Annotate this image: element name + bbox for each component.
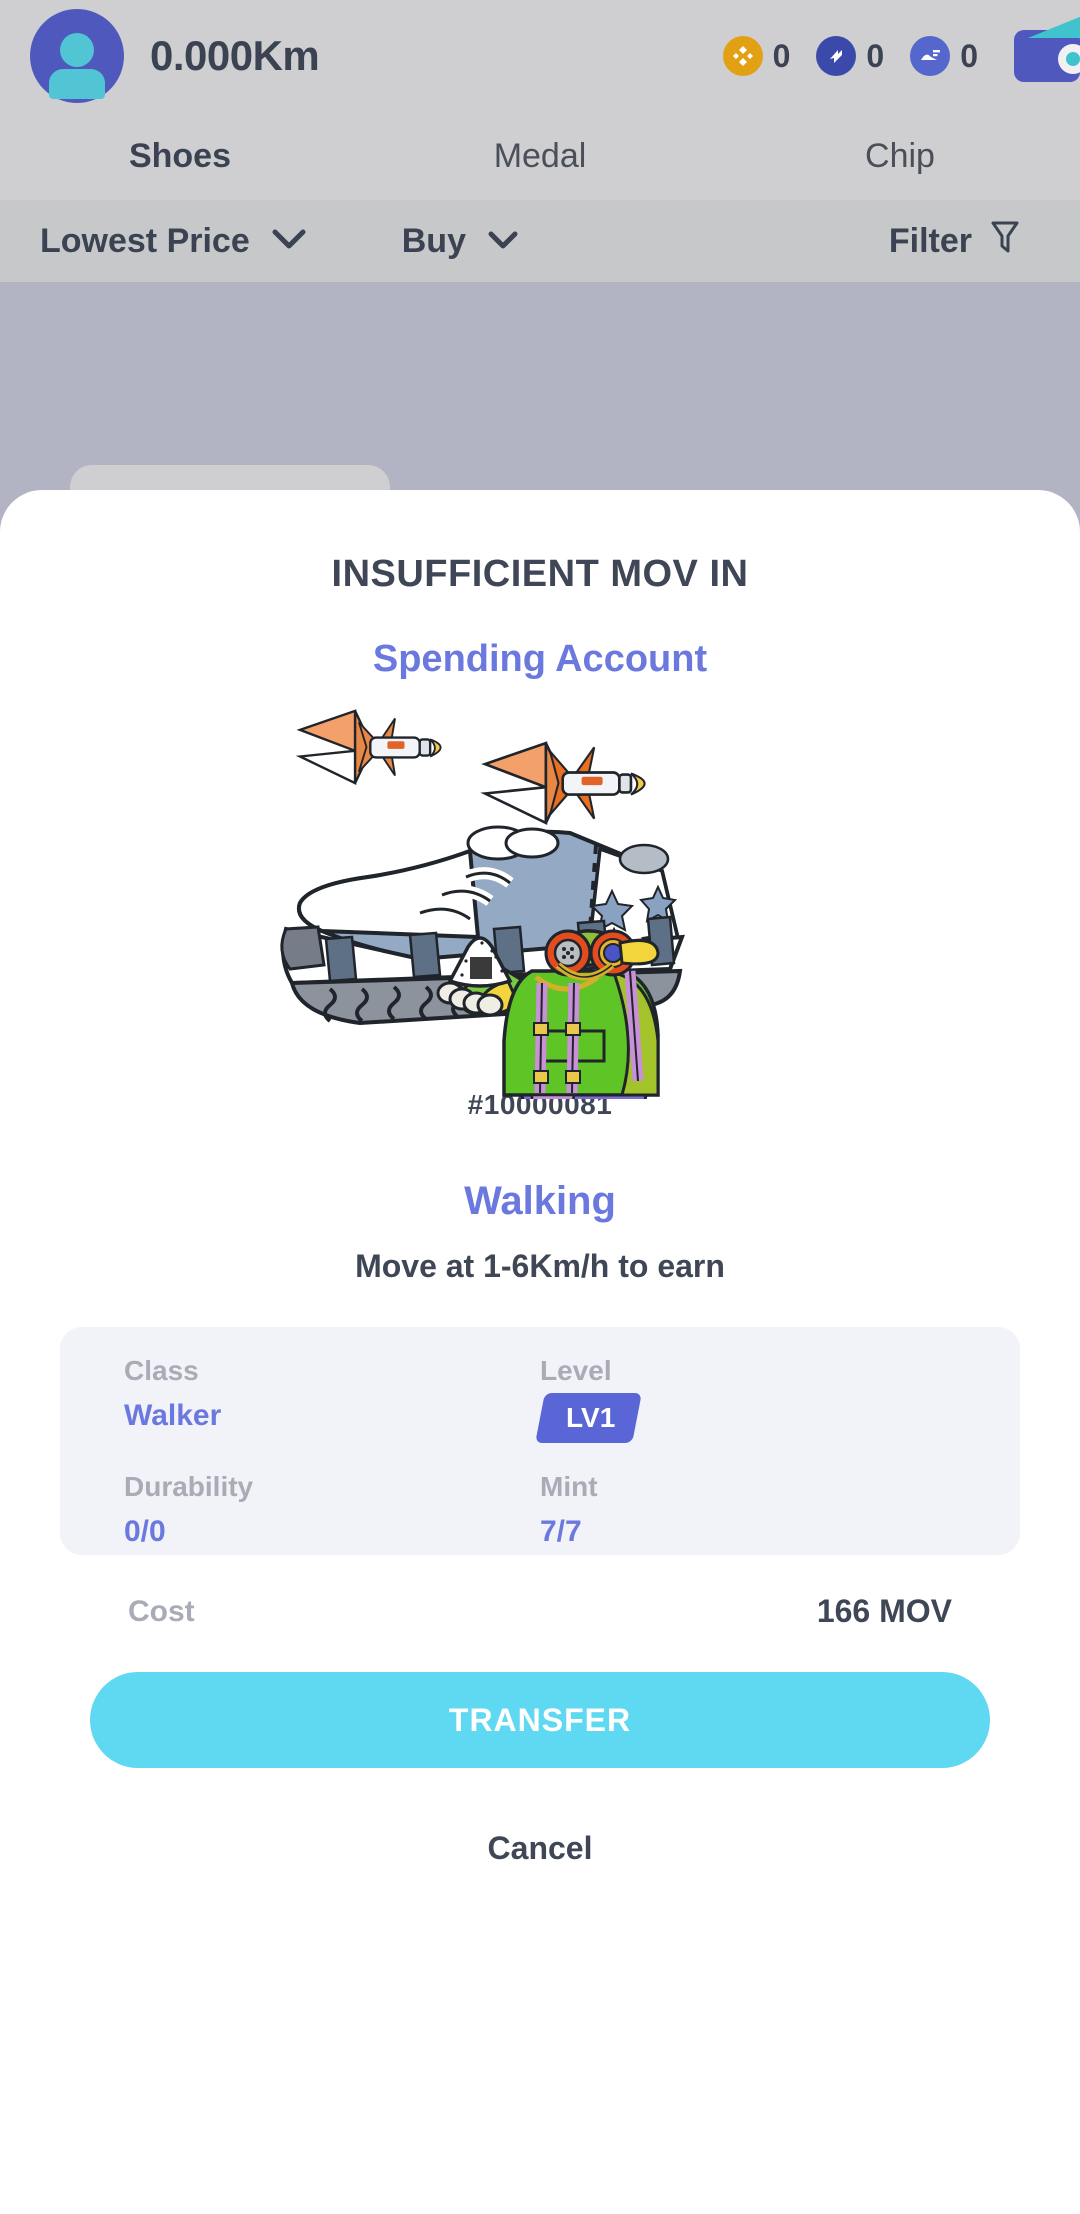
avatar-body-shape bbox=[49, 69, 105, 99]
distance-readout: 0.000Km bbox=[150, 32, 320, 79]
chevron-down-icon bbox=[272, 225, 306, 257]
stat-class-value: Walker bbox=[124, 1399, 222, 1432]
cancel-button[interactable]: Cancel bbox=[488, 1830, 593, 1867]
mode-description: Move at 1-6Km/h to earn bbox=[355, 1248, 725, 1284]
modal-title: INSUFFICIENT MOV IN bbox=[331, 553, 749, 595]
stat-durability: Durability 0/0 bbox=[124, 1471, 540, 1555]
cost-value: 166 MOV bbox=[816, 1593, 952, 1629]
stat-class: Class Walker bbox=[124, 1355, 540, 1449]
wallet-flap-shape bbox=[1028, 16, 1080, 38]
wallet-icon[interactable] bbox=[1014, 16, 1080, 82]
currency-balances: 0 0 0 bbox=[722, 16, 1080, 82]
gmt-amount: 0 bbox=[866, 37, 885, 74]
gmt-token-icon bbox=[816, 36, 857, 76]
stat-durability-value: 0/0 bbox=[124, 1515, 166, 1548]
top-bar: 0.000Km 0 0 0 bbox=[0, 0, 1080, 112]
level-badge: LV1 bbox=[535, 1393, 643, 1443]
funnel-icon bbox=[990, 219, 1020, 264]
filter-bar: Lowest Price Buy Filter bbox=[0, 200, 1080, 282]
currency-bnb[interactable]: 0 bbox=[722, 36, 791, 76]
filter-button[interactable]: Filter bbox=[889, 219, 1020, 264]
sneaker-illustration bbox=[280, 709, 685, 1099]
currency-gmt[interactable]: 0 bbox=[816, 36, 884, 76]
filter-button-label: Filter bbox=[888, 221, 972, 260]
modal-subtitle: Spending Account bbox=[372, 638, 708, 680]
transfer-button[interactable]: TRANSFER bbox=[90, 1672, 990, 1768]
bnb-coin-icon bbox=[722, 36, 763, 76]
gst-amount: 0 bbox=[960, 37, 978, 74]
wallet-clasp-shape bbox=[1058, 44, 1080, 74]
sort-dropdown[interactable]: Lowest Price bbox=[40, 222, 306, 261]
mode-name: Walking bbox=[464, 1179, 616, 1223]
bnb-amount: 0 bbox=[772, 37, 791, 74]
tab-medal[interactable]: Medal bbox=[360, 112, 720, 200]
chevron-down-icon bbox=[488, 225, 518, 257]
gst-token-icon bbox=[910, 36, 951, 76]
currency-gst[interactable]: 0 bbox=[910, 36, 978, 76]
avatar-head-shape bbox=[60, 33, 94, 67]
category-tabs: Shoes Medal Chip bbox=[0, 112, 1080, 230]
tab-shoes-label: Shoes bbox=[128, 136, 232, 175]
nft-artwork bbox=[0, 699, 1080, 1099]
stat-mint: Mint 7/7 bbox=[540, 1471, 956, 1555]
stat-mint-label: Mint bbox=[540, 1471, 598, 1502]
tab-chip-label: Chip bbox=[865, 136, 935, 175]
user-avatar-icon[interactable] bbox=[30, 9, 124, 103]
tab-shoes[interactable]: Shoes bbox=[0, 112, 360, 230]
stats-panel: Class Walker Level LV1 Durability 0/0 Mi… bbox=[60, 1327, 1020, 1555]
buy-dropdown[interactable]: Buy bbox=[402, 222, 518, 261]
cost-row: Cost 166 MOV bbox=[60, 1593, 1020, 1630]
stat-level: Level LV1 bbox=[535, 1355, 956, 1449]
cost-label: Cost bbox=[128, 1594, 195, 1628]
stat-level-label: Level bbox=[540, 1355, 612, 1386]
stat-class-label: Class bbox=[124, 1355, 199, 1386]
buy-dropdown-label: Buy bbox=[401, 221, 466, 260]
insufficient-funds-modal: INSUFFICIENT MOV IN Spending Account #10… bbox=[0, 490, 1080, 2214]
tab-chip[interactable]: Chip bbox=[720, 112, 1080, 200]
level-badge-value: LV1 bbox=[566, 1402, 616, 1433]
stat-durability-label: Durability bbox=[124, 1471, 254, 1502]
stat-mint-value: 7/7 bbox=[540, 1515, 582, 1548]
rocket-illustration bbox=[480, 741, 646, 825]
rocket-illustration bbox=[295, 709, 442, 785]
sort-dropdown-label: Lowest Price bbox=[40, 221, 250, 260]
tab-medal-label: Medal bbox=[493, 136, 587, 175]
